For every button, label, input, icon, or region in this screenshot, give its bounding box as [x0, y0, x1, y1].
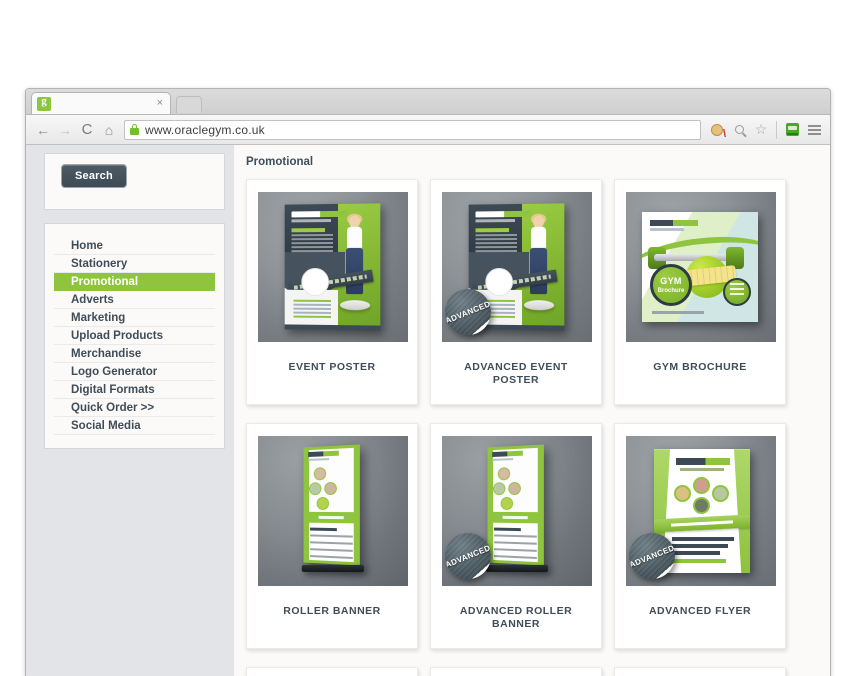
toolbar-icon-group: \ ☆ — [707, 120, 824, 140]
page-title: Promotional — [246, 156, 314, 168]
event-poster-artwork — [284, 203, 381, 331]
product-card[interactable]: ADVANCED ADVANCED EVENT POSTER — [430, 179, 602, 406]
url-text: www.oraclegym.co.uk — [145, 122, 265, 137]
sidebar-item-social-media[interactable]: Social Media — [54, 417, 215, 435]
sidebar-item-home[interactable]: Home — [54, 237, 215, 255]
product-thumbnail — [258, 436, 408, 587]
tab-strip: × — [26, 89, 830, 115]
reload-icon[interactable]: C — [76, 119, 98, 141]
brochure-badge: GYM Brochure — [650, 264, 692, 306]
content-area: Promotional EVENT POSTER ADVANCED ADVANC… — [233, 145, 830, 676]
sidebar: Search Home Stationery Promotional Adver… — [26, 145, 233, 676]
sidebar-item-upload-products[interactable]: Upload Products — [54, 327, 215, 345]
search-panel: Search — [44, 153, 225, 210]
advanced-badge: ADVANCED — [445, 289, 491, 335]
oraclegym-favicon-icon — [37, 95, 51, 111]
toolbar-divider — [776, 120, 777, 139]
sidebar-item-logo-generator[interactable]: Logo Generator — [54, 363, 215, 381]
gym-brochure-artwork: GYM Brochure — [642, 212, 758, 322]
extension-icon[interactable] — [782, 120, 802, 140]
product-title: ADVANCED FLYER — [648, 605, 752, 618]
zoom-glass-icon[interactable] — [729, 120, 749, 140]
product-card[interactable]: EVENT POSTER — [246, 179, 418, 406]
brochure-badge-sub: Brochure — [657, 287, 685, 294]
product-title: GYM BROCHURE — [653, 361, 747, 373]
sidebar-item-promotional[interactable]: Promotional — [54, 273, 215, 291]
chrome-menu-icon[interactable] — [804, 120, 824, 140]
product-card[interactable] — [430, 667, 602, 676]
product-card[interactable] — [246, 667, 418, 676]
sidebar-item-stationery[interactable]: Stationery — [54, 255, 215, 273]
search-button[interactable]: Search — [61, 164, 127, 188]
sidebar-item-quick-order[interactable]: Quick Order >> — [54, 399, 215, 417]
product-thumbnail — [258, 192, 408, 342]
brochure-secondary-badge — [723, 278, 751, 306]
bookmark-star-icon[interactable]: ☆ — [751, 120, 771, 140]
product-title: ROLLER BANNER — [283, 605, 381, 618]
product-card[interactable]: ROLLER BANNER — [246, 423, 418, 650]
close-icon[interactable]: × — [155, 98, 165, 109]
advanced-badge-label: ADVANCED — [629, 543, 675, 570]
advanced-badge-label: ADVANCED — [445, 298, 491, 326]
product-grid: EVENT POSTER ADVANCED ADVANCED EVENT POS… — [246, 179, 806, 676]
product-card[interactable]: ADVANCED ADVANCED ROLLER BANNER — [430, 423, 602, 650]
advanced-badge-label: ADVANCED — [445, 543, 491, 570]
sidebar-item-digital-formats[interactable]: Digital Formats — [54, 381, 215, 399]
product-thumbnail: ADVANCED — [626, 436, 776, 587]
home-icon[interactable]: ⌂ — [98, 119, 120, 141]
product-title: ADVANCED EVENT POSTER — [464, 361, 568, 386]
roller-banner-artwork — [301, 444, 364, 573]
product-thumbnail: ADVANCED — [442, 192, 592, 342]
cookie-blocked-icon[interactable]: \ — [707, 120, 727, 140]
sidebar-item-adverts[interactable]: Adverts — [54, 291, 215, 309]
lock-icon — [130, 124, 139, 135]
brochure-badge-title: GYM — [660, 275, 682, 286]
browser-window: × ← → C ⌂ www.oraclegym.co.uk \ ☆ — [25, 88, 831, 676]
product-title: ADVANCED ROLLER BANNER — [459, 605, 573, 630]
product-card[interactable]: ADVANCED ADVANCED FLYER — [614, 423, 786, 650]
product-title: EVENT POSTER — [288, 361, 376, 373]
advanced-badge: ADVANCED — [629, 533, 675, 580]
sidebar-item-marketing[interactable]: Marketing — [54, 309, 215, 327]
address-bar[interactable]: www.oraclegym.co.uk — [124, 119, 701, 140]
product-card[interactable]: GYM Brochure GYM BROCHURE — [614, 179, 786, 406]
product-card[interactable] — [614, 667, 786, 676]
back-icon[interactable]: ← — [32, 119, 54, 141]
advanced-badge: ADVANCED — [445, 533, 491, 580]
browser-tab[interactable]: × — [31, 92, 171, 114]
new-tab-button[interactable] — [176, 96, 202, 113]
roller-banner-artwork — [485, 444, 548, 573]
forward-icon[interactable]: → — [54, 119, 76, 141]
browser-toolbar: ← → C ⌂ www.oraclegym.co.uk \ ☆ — [26, 115, 830, 145]
product-thumbnail: ADVANCED — [442, 436, 592, 587]
sidebar-nav: Home Stationery Promotional Adverts Mark… — [44, 223, 225, 449]
page-viewport: Search Home Stationery Promotional Adver… — [26, 145, 830, 676]
sidebar-item-merchandise[interactable]: Merchandise — [54, 345, 215, 363]
product-thumbnail: GYM Brochure — [626, 192, 776, 342]
